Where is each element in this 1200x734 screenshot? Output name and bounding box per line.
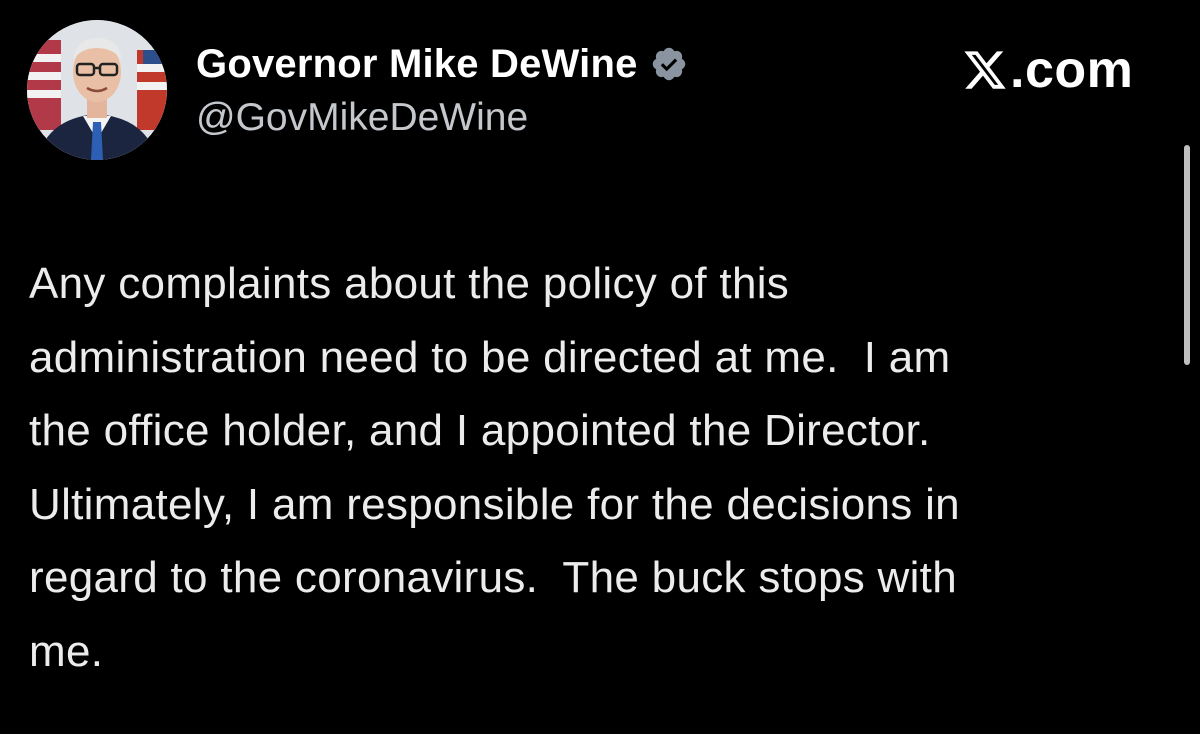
- tweet-line: administration need to be directed at me…: [29, 332, 951, 382]
- author-display-name[interactable]: Governor Mike DeWine: [196, 42, 638, 87]
- x-logo-icon: [964, 51, 1006, 89]
- tweet-line: the office holder, and I appointed the D…: [29, 406, 931, 455]
- tweet-line: regard to the coronavirus. The buck stop…: [29, 553, 957, 602]
- x-brand: .com: [962, 38, 1133, 102]
- author-name-row: Governor Mike DeWine: [196, 36, 688, 92]
- author-handle[interactable]: @GovMikeDeWine: [196, 96, 528, 140]
- avatar-photo-icon: [27, 20, 167, 160]
- verified-badge-icon: [652, 47, 685, 81]
- tweet-card: Governor Mike DeWine @GovMikeDeWine .com…: [0, 0, 1200, 734]
- scrollbar[interactable]: [1184, 145, 1190, 365]
- tweet-body: Any complaints about the policy of this …: [29, 247, 1179, 688]
- brand-domain-text: .com: [1010, 41, 1134, 99]
- author-avatar[interactable]: [27, 20, 167, 160]
- tweet-line: Any complaints about the policy of this: [29, 259, 790, 308]
- tweet-line: me.: [29, 626, 104, 676]
- tweet-line: Ultimately, I am responsible for the dec…: [29, 479, 960, 529]
